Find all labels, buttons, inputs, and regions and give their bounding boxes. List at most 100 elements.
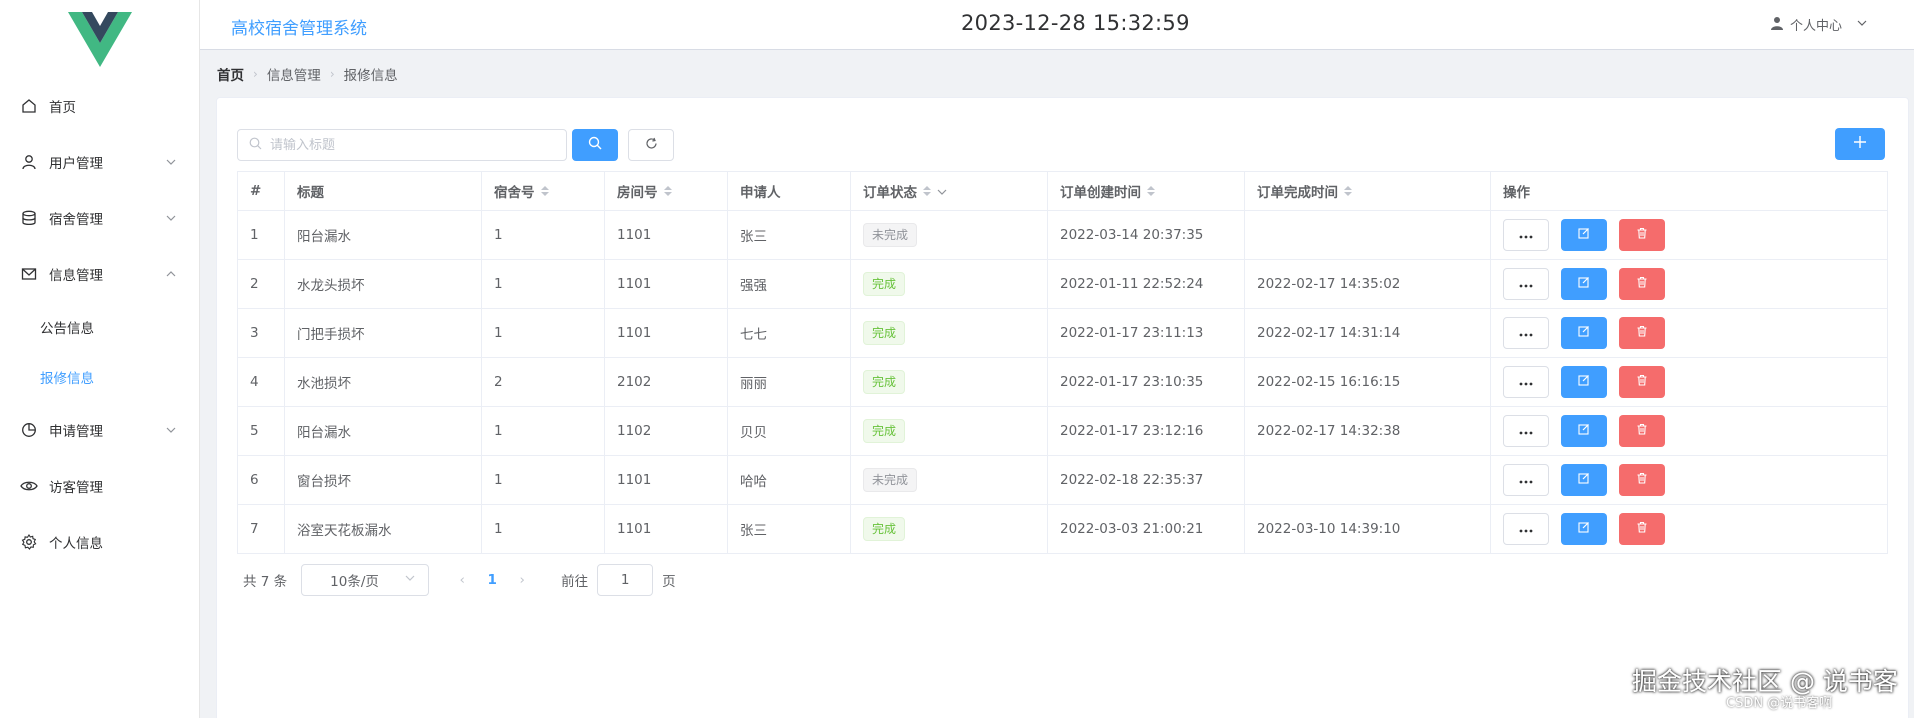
sort-icon[interactable] (1344, 185, 1352, 201)
chevron-down-icon (404, 572, 416, 588)
cell-room: 1101 (604, 259, 728, 309)
more-dots-icon (1519, 227, 1533, 243)
more-dots-icon (1519, 472, 1533, 488)
sidebar-subitem-notice[interactable]: 公告信息 (0, 302, 199, 352)
edit-button[interactable] (1561, 513, 1607, 545)
cell-idx: 6 (237, 455, 285, 505)
cell-room: 1101 (604, 455, 728, 505)
cell-created: 2022-01-17 23:11:13 (1047, 308, 1245, 358)
sort-icon[interactable] (540, 185, 549, 201)
sidebar-item-dorm-management[interactable]: 宿舍管理 (0, 190, 199, 246)
cell-actions (1490, 357, 1888, 407)
cell-dorm: 1 (481, 210, 605, 260)
table-row: 6 窗台损坏 1 1101 哈哈 未完成 2022-02-18 22:35:37 (237, 455, 1888, 505)
edit-button[interactable] (1561, 415, 1607, 447)
edit-button[interactable] (1561, 464, 1607, 496)
chevron-up-icon (165, 268, 177, 280)
search-button[interactable] (572, 129, 618, 161)
edit-button[interactable] (1561, 268, 1607, 300)
cell-actions (1490, 504, 1888, 554)
more-button[interactable] (1503, 415, 1549, 447)
edit-icon (1578, 227, 1590, 243)
more-button[interactable] (1503, 513, 1549, 545)
sidebar-item-label: 个人信息 (49, 536, 103, 552)
sidebar-item-personal-info[interactable]: 个人信息 (0, 514, 199, 570)
page-size-value: 10条/页 (330, 574, 379, 590)
column-header-dorm[interactable]: 宿舍号 (481, 171, 605, 211)
header-clock: 2023-12-28 15:32:59 (961, 11, 1190, 35)
add-button[interactable] (1835, 128, 1885, 160)
sidebar-item-home[interactable]: 首页 (0, 78, 199, 134)
cell-applicant: 七七 (727, 308, 851, 358)
more-button[interactable] (1503, 317, 1549, 349)
delete-button[interactable] (1619, 513, 1665, 545)
edit-button[interactable] (1561, 317, 1607, 349)
delete-button[interactable] (1619, 415, 1665, 447)
cell-actions (1490, 259, 1888, 309)
column-header-room[interactable]: 房间号 (604, 171, 728, 211)
edit-button[interactable] (1561, 219, 1607, 251)
sidebar-item-label: 首页 (49, 100, 76, 116)
cell-title: 阳台漏水 (284, 210, 482, 260)
search-input[interactable] (270, 137, 550, 153)
settings-icon (20, 533, 38, 551)
column-header-label: 宿舍号 (494, 185, 535, 201)
column-header-created[interactable]: 订单创建时间 (1047, 171, 1245, 211)
sidebar-item-user-management[interactable]: 用户管理 (0, 134, 199, 190)
page-number-current[interactable]: 1 (477, 572, 507, 588)
column-header-label: 订单创建时间 (1060, 185, 1141, 201)
breadcrumb-home[interactable]: 首页 (217, 64, 244, 84)
cell-applicant: 哈哈 (727, 455, 851, 505)
more-button[interactable] (1503, 219, 1549, 251)
more-button[interactable] (1503, 268, 1549, 300)
delete-button[interactable] (1619, 317, 1665, 349)
status-badge: 完成 (863, 321, 906, 345)
table-row: 4 水池损坏 2 2102 丽丽 完成 2022-01-17 23:10:35 2022-02… (237, 357, 1888, 407)
goto-page-value: 1 (620, 572, 630, 588)
cell-created: 2022-01-17 23:12:16 (1047, 406, 1245, 456)
column-header-status[interactable]: 订单状态 (850, 171, 1048, 211)
page-size-select[interactable]: 10条/页 (301, 564, 430, 596)
user-avatar-icon (1770, 16, 1784, 34)
delete-button[interactable] (1619, 219, 1665, 251)
cell-title: 门把手损坏 (284, 308, 482, 358)
goto-page-input[interactable]: 1 (597, 564, 654, 596)
plus-icon (1853, 135, 1867, 153)
eye-icon (20, 477, 38, 495)
delete-button[interactable] (1619, 464, 1665, 496)
main-card: # 标题 宿舍号 房间号 申请人 订单状态 订单创建时间 订单完成时间 操作 1… (216, 97, 1909, 718)
column-header-label: 房间号 (617, 185, 658, 201)
column-header-label: 订单状态 (863, 185, 917, 201)
sidebar-subitem-repair[interactable]: 报修信息 (0, 352, 199, 402)
more-button[interactable] (1503, 464, 1549, 496)
cell-actions (1490, 210, 1888, 260)
refresh-button[interactable] (628, 129, 674, 161)
sort-icon[interactable] (1147, 185, 1155, 201)
prev-page-button[interactable]: ‹ (447, 572, 477, 588)
cell-title: 水池损坏 (284, 357, 482, 407)
sidebar-item-info-management[interactable]: 信息管理 (0, 246, 199, 302)
next-page-button[interactable]: › (507, 572, 537, 588)
user-center-dropdown[interactable]: 个人中心 (1770, 15, 1868, 34)
column-header-finished[interactable]: 订单完成时间 (1244, 171, 1491, 211)
cell-applicant: 张三 (727, 504, 851, 554)
cell-created: 2022-01-11 22:52:24 (1047, 259, 1245, 309)
sidebar-item-label: 宿舍管理 (49, 212, 103, 228)
sidebar-subitem-label: 公告信息 (40, 321, 94, 337)
sort-icon[interactable] (923, 185, 931, 201)
search-field[interactable] (237, 129, 567, 161)
vue-logo[interactable] (0, 0, 199, 78)
sidebar-item-visitor-management[interactable]: 访客管理 (0, 458, 199, 514)
cell-actions (1490, 308, 1888, 358)
sidebar-item-application-management[interactable]: 申请管理 (0, 402, 199, 458)
edit-button[interactable] (1561, 366, 1607, 398)
cell-applicant: 丽丽 (727, 357, 851, 407)
delete-button[interactable] (1619, 268, 1665, 300)
table-row: 2 水龙头损坏 1 1101 强强 完成 2022-01-11 22:52:24 2022-0… (237, 259, 1888, 309)
refresh-icon (645, 137, 658, 154)
filter-chevron-down-icon[interactable] (937, 185, 947, 201)
pagination-total: 共 7 条 (243, 574, 288, 590)
sort-icon[interactable] (663, 185, 672, 201)
more-button[interactable] (1503, 366, 1549, 398)
delete-button[interactable] (1619, 366, 1665, 398)
